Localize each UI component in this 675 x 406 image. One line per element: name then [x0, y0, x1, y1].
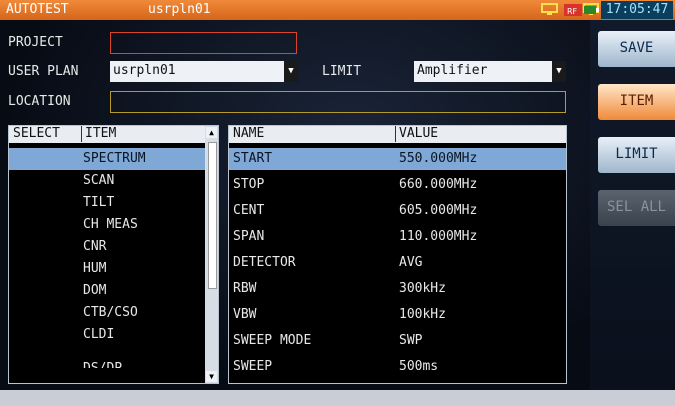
- item-list-scrollbar[interactable]: ▲ ▼: [205, 126, 218, 383]
- battery-plug-icon: [584, 6, 599, 14]
- table-row[interactable]: SPAN 110.000MHz: [229, 226, 566, 248]
- list-item[interactable]: CLDI: [9, 324, 205, 346]
- limit-button[interactable]: LIMIT: [598, 137, 675, 173]
- user-plan-dropdown[interactable]: usrpln01 ▼: [110, 61, 298, 82]
- table-row[interactable]: SWEEP 500ms: [229, 356, 566, 378]
- item-column-header: ITEM: [81, 126, 116, 142]
- list-item[interactable]: SPECTRUM: [9, 148, 205, 170]
- table-row[interactable]: CENT 605.000MHz: [229, 200, 566, 222]
- user-plan-label: USER PLAN: [8, 64, 79, 79]
- chevron-down-icon: ▼: [552, 61, 566, 82]
- list-item[interactable]: CTB/CSO: [9, 302, 205, 324]
- table-row[interactable]: RBW 300kHz: [229, 278, 566, 300]
- clock: 17:05:47: [601, 1, 673, 19]
- list-item[interactable]: HUM: [9, 258, 205, 280]
- scroll-thumb[interactable]: [208, 142, 217, 289]
- location-field[interactable]: [110, 91, 566, 113]
- limit-value: Amplifier: [417, 63, 488, 78]
- chevron-down-icon: ▼: [284, 61, 298, 82]
- location-label: LOCATION: [8, 94, 71, 109]
- list-item[interactable]: TILT: [9, 192, 205, 214]
- app-title: AUTOTEST: [6, 2, 69, 17]
- file-name: usrpln01: [148, 2, 211, 17]
- name-column-header: NAME: [233, 126, 265, 141]
- table-row[interactable]: START 550.000MHz: [229, 148, 566, 170]
- value-column-header: VALUE: [395, 126, 438, 142]
- list-item[interactable]: CNR: [9, 236, 205, 258]
- project-label: PROJECT: [8, 35, 63, 50]
- list-item[interactable]: DOM: [9, 280, 205, 302]
- rf-icon: RF: [564, 4, 582, 16]
- list-item[interactable]: CH MEAS: [9, 214, 205, 236]
- svg-text:RF: RF: [567, 7, 578, 16]
- project-field[interactable]: [110, 32, 297, 54]
- table-row[interactable]: STOP 660.000MHz: [229, 174, 566, 196]
- limit-label: LIMIT: [322, 64, 362, 79]
- save-button[interactable]: SAVE: [598, 31, 675, 67]
- item-list-panel: SELECT ITEM SPECTRUM SCAN TILT CH MEAS C…: [8, 125, 219, 384]
- limit-dropdown[interactable]: Amplifier ▼: [414, 61, 566, 82]
- table-row[interactable]: DETECTOR AVG: [229, 252, 566, 274]
- list-item[interactable]: DS/DP: [9, 346, 205, 368]
- title-bar: AUTOTEST usrpln01 RF 17:05:47: [0, 0, 675, 20]
- table-row[interactable]: SWEEP MODE SWP: [229, 330, 566, 352]
- parameter-header: NAME VALUE: [229, 126, 566, 143]
- bottom-bar: [0, 390, 675, 406]
- scroll-up-icon[interactable]: ▲: [206, 127, 217, 138]
- item-list-header: SELECT ITEM: [9, 126, 205, 143]
- item-button[interactable]: ITEM: [598, 84, 675, 120]
- parameter-panel: NAME VALUE START 550.000MHz STOP 660.000MH…: [228, 125, 567, 384]
- table-row[interactable]: VBW 100kHz: [229, 304, 566, 326]
- sel-all-button[interactable]: SEL ALL: [598, 190, 675, 226]
- network-icon: [541, 3, 558, 15]
- list-item[interactable]: SCAN: [9, 170, 205, 192]
- scroll-down-icon[interactable]: ▼: [206, 371, 217, 382]
- user-plan-value: usrpln01: [113, 63, 176, 78]
- select-column-header: SELECT: [13, 126, 60, 141]
